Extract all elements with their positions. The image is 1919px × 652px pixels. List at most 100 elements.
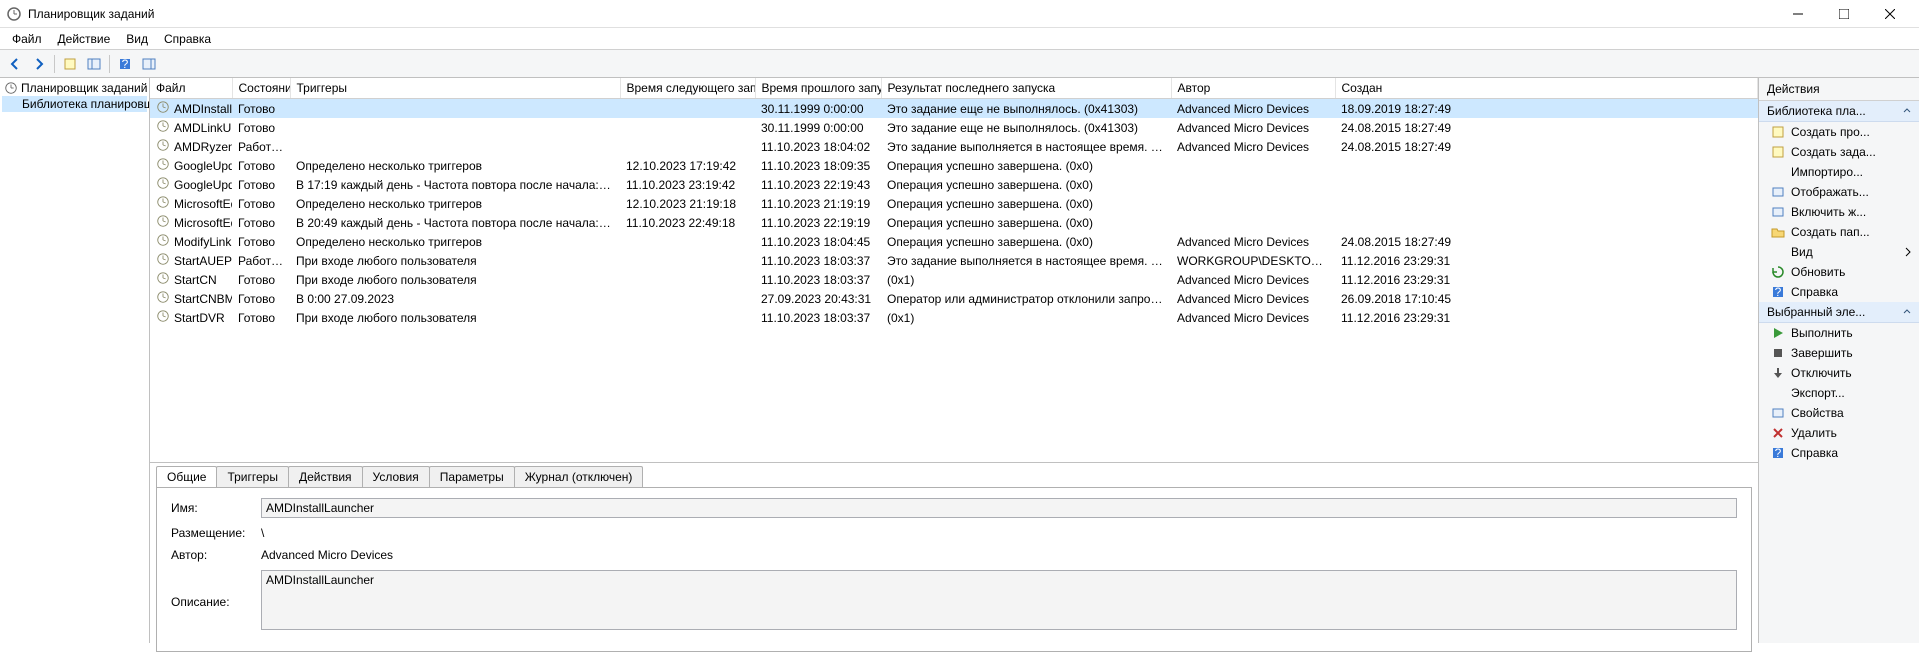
task-author bbox=[1171, 156, 1335, 175]
action-refresh[interactable]: Обновить bbox=[1759, 262, 1919, 282]
tab-history[interactable]: Журнал (отключен) bbox=[514, 466, 644, 487]
task-name: MicrosoftEd... bbox=[174, 216, 232, 230]
action-label: Отключить bbox=[1791, 366, 1852, 380]
col-next[interactable]: Время следующего запуска bbox=[620, 78, 755, 99]
task-row[interactable]: GoogleUpda...ГотовоОпределено несколько … bbox=[150, 156, 1758, 175]
menu-file[interactable]: Файл bbox=[4, 30, 50, 48]
col-result[interactable]: Результат последнего запуска bbox=[881, 78, 1171, 99]
col-file[interactable]: Файл bbox=[150, 78, 232, 99]
task-row[interactable]: AMDInstallL...Готово30.11.1999 0:00:00Эт… bbox=[150, 99, 1758, 119]
desc-field[interactable] bbox=[261, 570, 1737, 630]
tab-conditions[interactable]: Условия bbox=[362, 466, 430, 487]
task-result: Операция успешно завершена. (0x0) bbox=[881, 194, 1171, 213]
show-hide-actions-button[interactable] bbox=[138, 53, 160, 75]
task-row[interactable]: AMDLinkUp...Готово30.11.1999 0:00:00Это … bbox=[150, 118, 1758, 137]
task-row[interactable]: ModifyLink...ГотовоОпределено несколько … bbox=[150, 232, 1758, 251]
help-button[interactable]: ? bbox=[114, 53, 136, 75]
action-import[interactable]: Импортиро... bbox=[1759, 162, 1919, 182]
menu-view[interactable]: Вид bbox=[118, 30, 156, 48]
task-row[interactable]: StartDVRГотовоПри входе любого пользоват… bbox=[150, 308, 1758, 327]
task-row[interactable]: StartAUEPРаботаетПри входе любого пользо… bbox=[150, 251, 1758, 270]
col-last[interactable]: Время прошлого запуска bbox=[755, 78, 881, 99]
author-value: Advanced Micro Devices bbox=[261, 548, 1737, 562]
action-help[interactable]: ?Справка bbox=[1759, 443, 1919, 463]
task-state: Готово bbox=[232, 99, 290, 119]
task-triggers bbox=[290, 99, 620, 119]
col-author[interactable]: Автор bbox=[1171, 78, 1335, 99]
task-row[interactable]: AMDRyzen...Работает11.10.2023 18:04:02Эт… bbox=[150, 137, 1758, 156]
task-author: Advanced Micro Devices bbox=[1171, 308, 1335, 327]
col-triggers[interactable]: Триггеры bbox=[290, 78, 620, 99]
nav-forward-button[interactable] bbox=[28, 53, 50, 75]
task-row[interactable]: StartCNГотовоПри входе любого пользовате… bbox=[150, 270, 1758, 289]
task-author: WORKGROUP\DESKTOP-THPC04NS bbox=[1171, 251, 1335, 270]
action-create-basic[interactable]: Создать про... bbox=[1759, 122, 1919, 142]
tree-library[interactable]: Библиотека планировщ bbox=[2, 96, 147, 112]
task-row[interactable]: MicrosoftEd...ГотовоОпределено несколько… bbox=[150, 194, 1758, 213]
action-new-folder[interactable]: Создать пап... bbox=[1759, 222, 1919, 242]
help-icon: ? bbox=[1771, 285, 1785, 299]
display-all-icon bbox=[1771, 185, 1785, 199]
actions-group-library[interactable]: Библиотека пла... bbox=[1759, 101, 1919, 122]
action-delete[interactable]: Удалить bbox=[1759, 423, 1919, 443]
name-field[interactable] bbox=[261, 498, 1737, 518]
action-view[interactable]: Вид bbox=[1759, 242, 1919, 262]
task-icon bbox=[156, 252, 170, 269]
task-list[interactable]: Файл Состояние Триггеры Время следующего… bbox=[150, 78, 1758, 463]
task-icon bbox=[156, 157, 170, 174]
task-last: 11.10.2023 18:03:37 bbox=[755, 270, 881, 289]
nav-tree[interactable]: Планировщик заданий (Лок Библиотека план… bbox=[0, 78, 150, 643]
action-create-task[interactable]: Создать зада... bbox=[1759, 142, 1919, 162]
task-triggers: Определено несколько триггеров bbox=[290, 232, 620, 251]
col-created[interactable]: Создан bbox=[1335, 78, 1758, 99]
action-display-all[interactable]: Отображать... bbox=[1759, 182, 1919, 202]
task-row[interactable]: GoogleUpda...ГотовоВ 17:19 каждый день -… bbox=[150, 175, 1758, 194]
actions-group-selected[interactable]: Выбранный эле... bbox=[1759, 302, 1919, 323]
action-label: Экспорт... bbox=[1791, 386, 1845, 400]
tab-actions[interactable]: Действия bbox=[288, 466, 363, 487]
task-name: AMDInstallL... bbox=[174, 102, 232, 116]
menu-help[interactable]: Справка bbox=[156, 30, 219, 48]
action-disable[interactable]: Отключить bbox=[1759, 363, 1919, 383]
tree-root[interactable]: Планировщик заданий (Лок bbox=[2, 80, 147, 96]
task-header-row[interactable]: Файл Состояние Триггеры Время следующего… bbox=[150, 78, 1758, 99]
task-created bbox=[1335, 194, 1758, 213]
action-label: Включить ж... bbox=[1791, 205, 1866, 219]
maximize-button[interactable] bbox=[1821, 0, 1867, 28]
properties-button[interactable] bbox=[59, 53, 81, 75]
task-icon bbox=[156, 138, 170, 155]
task-result: Операция успешно завершена. (0x0) bbox=[881, 213, 1171, 232]
task-last: 11.10.2023 18:03:37 bbox=[755, 251, 881, 270]
action-enable-history[interactable]: Включить ж... bbox=[1759, 202, 1919, 222]
collapse-icon[interactable] bbox=[1903, 308, 1911, 316]
task-triggers: При входе любого пользователя bbox=[290, 270, 620, 289]
task-result: Операция успешно завершена. (0x0) bbox=[881, 175, 1171, 194]
action-properties[interactable]: Свойства bbox=[1759, 403, 1919, 423]
action-help[interactable]: ?Справка bbox=[1759, 282, 1919, 302]
nav-back-button[interactable] bbox=[4, 53, 26, 75]
task-author: Advanced Micro Devices bbox=[1171, 99, 1335, 119]
task-last: 11.10.2023 18:04:02 bbox=[755, 137, 881, 156]
action-label: Обновить bbox=[1791, 265, 1845, 279]
col-state[interactable]: Состояние bbox=[232, 78, 290, 99]
new-folder-icon bbox=[1771, 225, 1785, 239]
task-triggers: Определено несколько триггеров bbox=[290, 194, 620, 213]
desc-label: Описание: bbox=[171, 595, 261, 609]
menu-action[interactable]: Действие bbox=[50, 30, 119, 48]
task-row[interactable]: StartCNBMГотовоВ 0:00 27.09.202327.09.20… bbox=[150, 289, 1758, 308]
task-next: 12.10.2023 21:19:18 bbox=[620, 194, 755, 213]
action-export[interactable]: Экспорт... bbox=[1759, 383, 1919, 403]
minimize-button[interactable] bbox=[1775, 0, 1821, 28]
collapse-icon[interactable] bbox=[1903, 107, 1911, 115]
task-row[interactable]: MicrosoftEd...ГотовоВ 20:49 каждый день … bbox=[150, 213, 1758, 232]
action-run[interactable]: Выполнить bbox=[1759, 323, 1919, 343]
close-button[interactable] bbox=[1867, 0, 1913, 28]
show-hide-tree-button[interactable] bbox=[83, 53, 105, 75]
end-icon bbox=[1771, 346, 1785, 360]
task-triggers bbox=[290, 137, 620, 156]
action-end[interactable]: Завершить bbox=[1759, 343, 1919, 363]
tab-triggers[interactable]: Триггеры bbox=[216, 466, 289, 487]
tab-general[interactable]: Общие bbox=[156, 466, 217, 487]
task-icon bbox=[156, 290, 170, 307]
tab-settings[interactable]: Параметры bbox=[429, 466, 515, 487]
